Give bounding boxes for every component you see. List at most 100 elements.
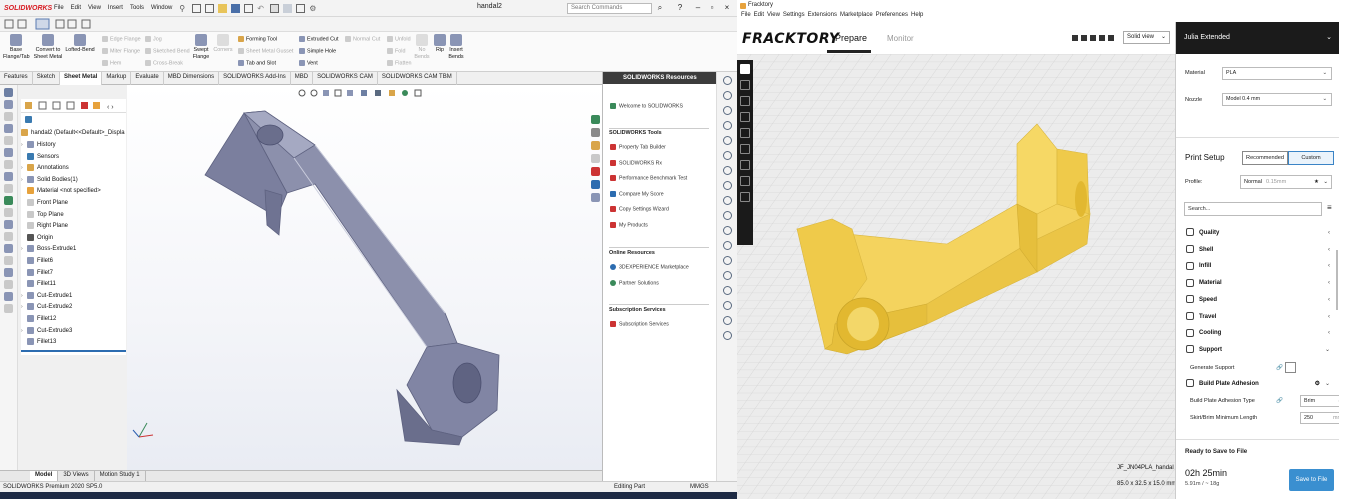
tree-item[interactable]: › Solid Bodies(1) — [21, 175, 78, 183]
tree-scroll-arrows-icon[interactable]: ‹ › — [107, 104, 114, 111]
wrap-icon[interactable] — [723, 301, 732, 310]
subscription-link[interactable]: Subscription Services — [610, 321, 669, 327]
resource-tool-link[interactable]: Compare My Score — [610, 190, 664, 197]
close-icon[interactable]: × — [722, 3, 732, 13]
settings-category[interactable]: Travel ‹ — [1186, 310, 1332, 325]
flatten-button[interactable]: Flatten — [387, 60, 411, 66]
fold-button[interactable]: Fold — [387, 48, 406, 54]
settings-scrollbar[interactable] — [1336, 250, 1338, 310]
settings-category[interactable]: Support ⌄ — [1186, 343, 1332, 358]
dimxpert-icon[interactable] — [66, 101, 75, 110]
rip-button[interactable]: Rip — [433, 34, 447, 54]
sw-tool-6-icon[interactable] — [4, 148, 13, 157]
settings-category[interactable]: Infill ‹ — [1186, 259, 1332, 274]
cam-manager-icon[interactable] — [93, 102, 100, 109]
fk-menu-marketplace[interactable]: Marketplace — [840, 12, 873, 22]
gear-icon[interactable]: ⚙ — [1315, 377, 1320, 392]
sw-graphics-area[interactable] — [127, 85, 602, 470]
shell-icon[interactable] — [723, 256, 732, 265]
normal-cut-button[interactable]: Normal Cut — [345, 36, 380, 42]
configuration-icon[interactable] — [52, 101, 61, 110]
sw-selection-tools-icon[interactable] — [0, 17, 100, 32]
sw-tool-2-icon[interactable] — [4, 100, 13, 109]
scale-icon[interactable] — [740, 96, 750, 106]
sw-tool-5-icon[interactable] — [4, 136, 13, 145]
resource-tool-link[interactable]: My Products — [610, 221, 648, 228]
tree-item[interactable]: Fillet13 — [21, 338, 56, 345]
sw-menu-tools[interactable]: Tools — [130, 5, 144, 11]
view-front-icon[interactable] — [1081, 35, 1087, 41]
tree-item[interactable]: › Cut-Extrude3 — [21, 326, 72, 334]
tab-markup[interactable]: Markup — [102, 72, 132, 85]
previous-view-icon[interactable] — [323, 90, 329, 96]
sw-tool-17-icon[interactable] — [4, 280, 13, 289]
pin-icon[interactable]: ⚲ — [179, 4, 188, 13]
sw-menu-file[interactable]: File — [54, 5, 64, 11]
sw-tool-18-icon[interactable] — [4, 292, 13, 301]
file-explorer-icon[interactable] — [591, 141, 600, 150]
sw-tool-1-icon[interactable] — [4, 88, 13, 97]
sw-tool-7-icon[interactable] — [4, 160, 13, 169]
tree-filter[interactable] — [25, 116, 35, 123]
profile-select[interactable]: Normal 0.15mm ★ ⌄ — [1240, 175, 1332, 189]
fk-menu-preferences[interactable]: Preferences — [876, 12, 908, 22]
appearances-icon[interactable] — [591, 167, 600, 176]
view-orientation-icon[interactable] — [361, 90, 367, 96]
tab-sheet-metal[interactable]: Sheet Metal — [60, 72, 103, 85]
gusset-button[interactable]: Sheet Metal Gusset — [238, 48, 293, 54]
online-resource-link[interactable]: 3DEXPERIENCE Marketplace — [610, 264, 689, 270]
display-manager-icon[interactable] — [81, 102, 88, 109]
online-resource-link[interactable]: Partner Solutions — [610, 279, 659, 286]
hide-show-icon[interactable] — [389, 90, 395, 96]
intersect-icon[interactable] — [723, 316, 732, 325]
mirror-tool-icon[interactable] — [740, 128, 750, 138]
restore-icon[interactable]: ▫ — [707, 3, 717, 13]
lofted-bend-button[interactable]: Lofted-Bend — [64, 34, 96, 54]
home-icon[interactable] — [192, 3, 202, 13]
sw-tool-11-icon[interactable] — [4, 208, 13, 217]
tree-item[interactable]: Right Plane — [21, 222, 68, 229]
sw-tool-13-icon[interactable] — [4, 232, 13, 241]
sw-menu-insert[interactable]: Insert — [108, 5, 123, 11]
fk-menu-help[interactable]: Help — [911, 12, 923, 22]
library-icon[interactable] — [723, 331, 732, 340]
feature-tree-icon[interactable] — [25, 102, 32, 109]
sw-tool-19-icon[interactable] — [4, 304, 13, 313]
design-library-icon[interactable] — [591, 128, 600, 137]
arrange-icon[interactable] — [740, 176, 750, 186]
handle-part-model[interactable] — [127, 85, 602, 470]
custom-properties-icon[interactable] — [591, 180, 600, 189]
no-bends-button[interactable]: No Bends — [414, 34, 430, 60]
split-line-icon[interactable] — [723, 211, 732, 220]
simple-hole-button[interactable]: Simple Hole — [299, 48, 336, 54]
link-icon[interactable]: 🔗 — [1276, 361, 1283, 375]
view-top-icon[interactable] — [1090, 35, 1096, 41]
move-icon[interactable] — [740, 80, 750, 90]
fk-menu-settings[interactable]: Settings — [783, 12, 805, 22]
settings-category[interactable]: Shell ‹ — [1186, 243, 1332, 258]
draft-icon[interactable] — [723, 271, 732, 280]
sw-menu-edit[interactable]: Edit — [71, 5, 81, 11]
tree-item[interactable]: › Cut-Extrude1 — [21, 291, 72, 299]
settings-menu-icon[interactable]: ≡ — [1327, 203, 1332, 212]
tree-root[interactable]: handal2 (Default<<Default>_Displa — [21, 129, 125, 136]
nozzle-select[interactable]: Model 0.4 mm ⌄ — [1222, 93, 1332, 106]
search-icon[interactable]: ⌕ — [655, 3, 665, 13]
reference-geometry-icon[interactable] — [723, 151, 732, 160]
sw-menu-window[interactable]: Window — [151, 5, 172, 11]
support-blocker-icon[interactable] — [740, 160, 750, 170]
fk-menu-view[interactable]: View — [767, 12, 780, 22]
tree-item[interactable]: Origin — [21, 233, 53, 241]
file-properties-icon[interactable] — [296, 3, 306, 13]
swept-flange-button[interactable]: Swept Flange — [190, 34, 212, 60]
tab-cam-tbm[interactable]: SOLIDWORKS CAM TBM — [378, 72, 457, 85]
tree-item[interactable]: › Boss-Extrude1 — [21, 245, 76, 252]
resource-tool-link[interactable]: Copy Settings Wizard — [610, 206, 669, 212]
custom-toggle[interactable]: Custom — [1288, 151, 1334, 165]
edge-flange-button[interactable]: Edge Flange — [102, 36, 141, 42]
tab-cam[interactable]: SOLIDWORKS CAM — [313, 72, 378, 85]
view-3d-icon[interactable] — [1072, 35, 1078, 41]
section-view-icon[interactable] — [334, 89, 342, 97]
forming-tool-button[interactable]: Forming Tool — [238, 36, 277, 42]
recommended-toggle[interactable]: Recommended — [1242, 151, 1288, 165]
